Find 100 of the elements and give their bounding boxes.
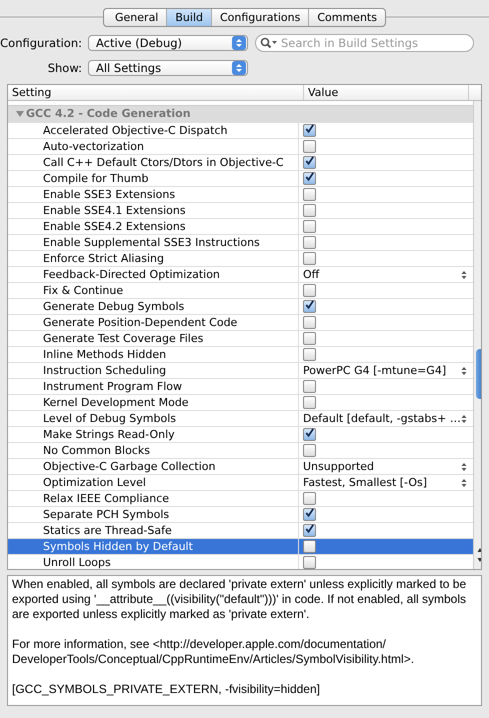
- checkbox[interactable]: [303, 540, 316, 553]
- setting-row[interactable]: Kernel Development Mode: [8, 394, 473, 410]
- checkbox[interactable]: [303, 316, 316, 329]
- setting-name: Level of Debug Symbols: [8, 411, 299, 426]
- setting-row[interactable]: Compile for Thumb: [8, 170, 473, 186]
- checkbox[interactable]: [303, 524, 316, 537]
- checkbox[interactable]: [303, 348, 316, 361]
- setting-row[interactable]: Enable SSE4.1 Extensions: [8, 202, 473, 218]
- column-header[interactable]: Value: [304, 85, 469, 100]
- tab[interactable]: Build: [166, 9, 211, 26]
- setting-name: Generate Debug Symbols: [8, 299, 299, 314]
- setting-row[interactable]: Instruction Scheduling PowerPC G4 [-mtune=G4]: [8, 362, 473, 378]
- checkbox[interactable]: [303, 172, 316, 185]
- show-dropdown[interactable]: All Settings: [88, 60, 248, 76]
- disclosure-triangle-icon[interactable]: [16, 110, 24, 118]
- setting-name: No Common Blocks: [8, 443, 299, 458]
- setting-row[interactable]: Level of Debug Symbols Default [default, -gstabs+ …: [8, 410, 473, 426]
- setting-value[interactable]: Unsupported: [303, 459, 374, 474]
- description-text: When enabled, all symbols are declared 'private extern' unless explicitly marked to be exported using '__attribute__((visibility("default")))' in code. If not enabled, all symbols are exported unless explicitly marked as 'private extern'.: [12, 577, 468, 622]
- checkbox[interactable]: [303, 188, 316, 201]
- stepper-icon: [232, 36, 246, 50]
- setting-name: Generate Test Coverage Files: [8, 331, 299, 346]
- setting-name: Symbols Hidden by Default: [8, 539, 299, 554]
- checkbox[interactable]: [303, 444, 316, 457]
- setting-name: Generate Position-Dependent Code: [8, 315, 299, 330]
- stepper-icon: [232, 61, 246, 75]
- checkbox[interactable]: [303, 492, 316, 505]
- setting-name: Enforce Strict Aliasing: [8, 251, 299, 266]
- setting-name: Inline Methods Hidden: [8, 347, 299, 362]
- setting-name: Kernel Development Mode: [8, 395, 299, 410]
- setting-name: Auto-vectorization: [8, 139, 299, 154]
- checkbox[interactable]: [303, 156, 316, 169]
- setting-row[interactable]: Generate Debug Symbols: [8, 298, 473, 314]
- setting-row[interactable]: Call C++ Default Ctors/Dtors in Objective-C: [8, 154, 473, 170]
- setting-name: Objective-C Garbage Collection: [8, 459, 299, 474]
- column-header[interactable]: Setting: [8, 85, 304, 100]
- setting-name: Compile for Thumb: [8, 171, 299, 186]
- setting-name: Enable SSE4.1 Extensions: [8, 203, 299, 218]
- up-down-arrows-icon: [460, 414, 467, 424]
- checkbox[interactable]: [303, 124, 316, 137]
- setting-value[interactable]: Off: [303, 267, 320, 282]
- setting-value[interactable]: Fastest, Smallest [-Os]: [303, 475, 428, 490]
- checkbox[interactable]: [303, 236, 316, 249]
- setting-row[interactable]: Generate Test Coverage Files: [8, 330, 473, 346]
- checkbox[interactable]: [303, 508, 316, 521]
- setting-row[interactable]: Unroll Loops: [8, 554, 473, 569]
- setting-name: Accelerated Objective-C Dispatch: [8, 123, 299, 138]
- setting-value[interactable]: Default [default, -gstabs+ …: [303, 411, 461, 426]
- description-text: For more information, see <http://developer.apple.com/documentation/ DeveloperTools/Conceptual/CppRuntimeEnv/Articles/SymbolVisibility.html>.: [12, 637, 416, 667]
- setting-row[interactable]: Separate PCH Symbols: [8, 506, 473, 522]
- setting-row[interactable]: Objective-C Garbage Collection Unsupported: [8, 458, 473, 474]
- up-down-arrows-icon: [460, 478, 467, 488]
- checkbox[interactable]: [303, 556, 316, 569]
- checkbox[interactable]: [303, 380, 316, 393]
- setting-name: Make Strings Read-Only: [8, 427, 299, 442]
- tab[interactable]: General: [104, 9, 166, 26]
- checkbox[interactable]: [303, 332, 316, 345]
- setting-name: Instruction Scheduling: [8, 363, 299, 378]
- setting-row[interactable]: Enable SSE3 Extensions: [8, 186, 473, 202]
- checkbox[interactable]: [303, 396, 316, 409]
- setting-name: Enable Supplemental SSE3 Instructions: [8, 235, 299, 250]
- checkbox[interactable]: [303, 428, 316, 441]
- checkbox[interactable]: [303, 140, 316, 153]
- setting-row[interactable]: No Common Blocks: [8, 442, 473, 458]
- setting-name: Optimization Level: [8, 475, 299, 490]
- setting-row[interactable]: Generate Position-Dependent Code: [8, 314, 473, 330]
- setting-row[interactable]: Inline Methods Hidden: [8, 346, 473, 362]
- checkbox[interactable]: [303, 284, 316, 297]
- checkbox[interactable]: [303, 220, 316, 233]
- search-field[interactable]: Search in Build Settings: [255, 34, 474, 52]
- setting-row[interactable]: Accelerated Objective-C Dispatch: [8, 122, 473, 138]
- configuration-label: Configuration:: [0, 36, 83, 50]
- setting-row[interactable]: Relax IEEE Compliance: [8, 490, 473, 506]
- setting-row[interactable]: Instrument Program Flow: [8, 378, 473, 394]
- checkbox[interactable]: [303, 300, 316, 313]
- setting-name: Instrument Program Flow: [8, 379, 299, 394]
- setting-row[interactable]: Enable Supplemental SSE3 Instructions: [8, 234, 473, 250]
- description-text: [GCC_SYMBOLS_PRIVATE_EXTERN, -fvisibility=hidden]: [12, 682, 321, 697]
- show-label: Show:: [46, 61, 83, 75]
- setting-row[interactable]: Symbols Hidden by Default: [8, 538, 473, 554]
- setting-row[interactable]: Enforce Strict Aliasing: [8, 250, 473, 266]
- setting-row[interactable]: Make Strings Read-Only: [8, 426, 473, 442]
- setting-name: Enable SSE4.2 Extensions: [8, 219, 299, 234]
- setting-name: Unroll Loops: [8, 555, 299, 569]
- setting-name: Feedback-Directed Optimization: [8, 267, 299, 282]
- configuration-dropdown[interactable]: Active (Debug): [88, 35, 248, 51]
- up-down-arrows-icon: [460, 270, 467, 280]
- setting-value[interactable]: PowerPC G4 [-mtune=G4]: [303, 363, 446, 378]
- search-icon: [260, 37, 278, 49]
- checkbox[interactable]: [303, 252, 316, 265]
- setting-name: Enable SSE3 Extensions: [8, 187, 299, 202]
- tab[interactable]: Comments: [308, 9, 385, 26]
- setting-row[interactable]: Fix & Continue: [8, 282, 473, 298]
- setting-row[interactable]: Enable SSE4.2 Extensions: [8, 218, 473, 234]
- setting-row[interactable]: Feedback-Directed Optimization Off: [8, 266, 473, 282]
- up-down-arrows-icon: [460, 366, 467, 376]
- tab[interactable]: Configurations: [211, 9, 308, 26]
- setting-row[interactable]: Optimization Level Fastest, Smallest [-Os]: [8, 474, 473, 490]
- setting-row[interactable]: Auto-vectorization: [8, 138, 473, 154]
- checkbox[interactable]: [303, 204, 316, 217]
